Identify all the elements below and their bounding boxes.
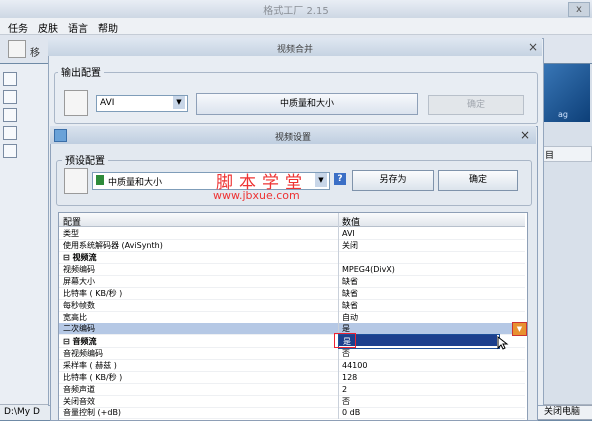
property-name: 宽高比 <box>63 313 87 322</box>
section-label: ⊟ 音频流 <box>63 337 97 346</box>
highlight-marker <box>334 333 356 348</box>
property-row[interactable]: 音量控制 (+dB) 0 dB <box>59 407 525 419</box>
menu-language[interactable]: 语言 <box>68 20 88 35</box>
property-value: 否 <box>342 397 350 406</box>
property-value: 否 <box>342 349 350 358</box>
toolbar-remove-label: 移 <box>30 48 40 59</box>
column-header-name[interactable]: 配置 <box>63 215 81 228</box>
rom-category-icon[interactable] <box>3 126 17 140</box>
property-value: MPEG4(DivX) <box>342 265 395 274</box>
quality-preset-button[interactable]: 中质量和大小 <box>196 93 418 115</box>
ok-button[interactable]: 确定 <box>438 170 518 191</box>
property-row[interactable]: 音视频编码 否 <box>59 348 525 360</box>
tools-category-icon[interactable] <box>3 144 17 158</box>
property-name: 音频声道 <box>63 385 95 394</box>
property-name: 屏幕大小 <box>63 277 95 286</box>
remove-icon[interactable] <box>8 40 26 58</box>
property-value: 缺省 <box>342 277 358 286</box>
dropdown-option-selected[interactable] <box>339 335 497 346</box>
property-row[interactable]: 屏幕大小 缺省 <box>59 276 525 288</box>
menu-skin[interactable]: 皮肤 <box>38 20 58 35</box>
property-row[interactable]: 视频编码 MPEG4(DivX) <box>59 264 525 276</box>
property-name: 比特率 ( KB/秒 ) <box>63 289 123 298</box>
watermark-url: www.jbxue.com <box>213 189 300 202</box>
settings-close-button[interactable]: × <box>518 128 532 142</box>
video-category-icon[interactable] <box>3 72 17 86</box>
property-name: 比特率 ( KB/秒 ) <box>63 373 123 382</box>
banner-text: ag <box>558 110 568 119</box>
column-header-value[interactable]: 数值 <box>342 215 360 228</box>
help-icon[interactable]: ? <box>334 173 346 185</box>
preset-select-value: 中质量和大小 <box>108 178 163 188</box>
property-value: 2 <box>342 385 348 394</box>
property-value: 缺省 <box>342 289 358 298</box>
output-config-label: 输出配置 <box>58 64 104 79</box>
menu-help[interactable]: 帮助 <box>98 20 118 35</box>
property-name: 每秒帧数 <box>63 301 95 310</box>
audio-category-icon[interactable] <box>3 90 17 104</box>
avi-format-icon <box>64 90 88 116</box>
property-row[interactable]: 每秒帧数 缺省 <box>59 300 525 312</box>
category-sidebar <box>0 64 49 404</box>
property-name: 视频编码 <box>63 265 95 274</box>
property-name: 二次编码 <box>63 324 95 333</box>
property-name: 类型 <box>63 229 79 238</box>
property-value: 自动 <box>342 313 358 322</box>
save-as-button[interactable]: 另存为 <box>352 170 434 191</box>
settings-dialog-title: 视频设置 <box>274 133 311 143</box>
property-row[interactable]: 比特率 ( KB/秒 ) 缺省 <box>59 288 525 300</box>
section-label: ⊟ 视频流 <box>63 253 97 262</box>
property-value: 关闭 <box>342 241 358 250</box>
property-value: AVI <box>342 229 355 238</box>
property-row[interactable]: 比特率 ( KB/秒 ) 128 <box>59 372 525 384</box>
task-list-header-label: 目 <box>545 151 555 161</box>
property-row[interactable]: 类型 AVI <box>59 228 525 240</box>
preset-config-label: 预设配置 <box>62 152 108 167</box>
property-row[interactable]: 音频声道 2 <box>59 384 525 396</box>
property-value: 缺省 <box>342 301 358 310</box>
property-grid-header <box>59 213 525 227</box>
property-row[interactable]: 采样率 ( 赫兹 ) 44100 <box>59 360 525 372</box>
property-name: 使用系统解码器 (AviSynth) <box>63 241 163 250</box>
property-name: 音量控制 (+dB) <box>63 408 122 417</box>
merge-close-button[interactable]: × <box>526 40 540 54</box>
column-divider[interactable] <box>338 213 339 419</box>
property-value: 0 dB <box>342 408 361 417</box>
property-value: 128 <box>342 373 358 382</box>
property-name: 采样率 ( 赫兹 ) <box>63 361 117 370</box>
mouse-cursor-icon <box>497 336 509 350</box>
section-row-video[interactable]: ⊟ 视频流 <box>59 252 525 264</box>
menu-bar: 任务 皮肤 语言 帮助 <box>0 18 592 35</box>
dropdown-arrow-icon[interactable]: ▼ <box>512 322 527 336</box>
chevron-down-icon[interactable]: ▼ <box>173 96 185 109</box>
avi-format-icon <box>64 168 88 194</box>
film-icon <box>96 175 104 185</box>
image-category-icon[interactable] <box>3 108 17 122</box>
property-name: 关闭音效 <box>63 397 95 406</box>
menu-task[interactable]: 任务 <box>8 20 28 35</box>
output-format-value: AVI <box>100 98 115 108</box>
app-close-button[interactable]: x <box>568 2 590 17</box>
merge-dialog-title: 视频合并 <box>276 45 313 55</box>
shutdown-computer-checkbox[interactable]: 关闭电脑 <box>530 405 592 420</box>
property-row[interactable]: 使用系统解码器 (AviSynth) 关闭 <box>59 240 525 252</box>
output-path: D:\My D <box>4 407 40 417</box>
merge-ok-button[interactable]: 确定 <box>428 95 524 115</box>
property-name: 音视频编码 <box>63 349 103 358</box>
app-title: 格式工厂 2.15 <box>263 6 329 17</box>
property-value: 44100 <box>342 361 368 370</box>
chevron-down-icon[interactable]: ▼ <box>315 173 327 187</box>
